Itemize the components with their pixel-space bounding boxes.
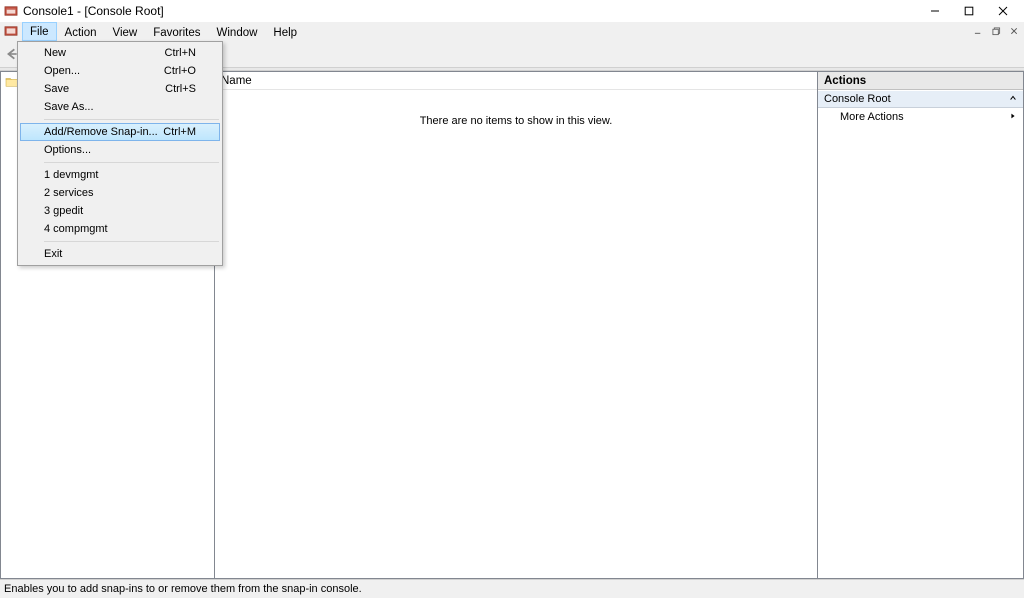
list-pane: Name There are no items to show in this … [215, 71, 817, 579]
mdi-restore-button[interactable] [988, 24, 1004, 39]
actions-group[interactable]: Console Root [818, 90, 1023, 108]
menu-save-as-label: Save As... [44, 101, 196, 113]
menu-new[interactable]: New Ctrl+N [20, 44, 220, 62]
list-body: There are no items to show in this view. [215, 90, 817, 578]
menu-exit-label: Exit [44, 248, 196, 260]
mdi-document-icon [4, 24, 18, 38]
menu-favorites[interactable]: Favorites [145, 22, 208, 41]
menu-save-shortcut: Ctrl+S [165, 83, 196, 95]
menu-recent-2[interactable]: 2 services [20, 184, 220, 202]
menu-save-label: Save [44, 83, 165, 95]
window-controls [918, 0, 1020, 22]
actions-header: Actions [818, 72, 1023, 90]
menu-help[interactable]: Help [265, 22, 305, 41]
menu-recent-3[interactable]: 3 gpedit [20, 202, 220, 220]
menu-save[interactable]: Save Ctrl+S [20, 80, 220, 98]
menu-recent-1-label: 1 devmgmt [44, 169, 196, 181]
list-header[interactable]: Name [215, 72, 817, 90]
menu-separator [44, 162, 219, 163]
menu-options[interactable]: Options... [20, 141, 220, 159]
mdi-controls [970, 22, 1024, 41]
actions-more-label: More Actions [840, 111, 904, 123]
menu-recent-1[interactable]: 1 devmgmt [20, 166, 220, 184]
chevron-up-icon [1009, 93, 1017, 105]
menu-separator [44, 119, 219, 120]
actions-pane: Actions Console Root More Actions [817, 71, 1024, 579]
menu-recent-2-label: 2 services [44, 187, 196, 199]
close-button[interactable] [986, 0, 1020, 22]
actions-more-actions[interactable]: More Actions [818, 108, 1023, 126]
menu-open-label: Open... [44, 65, 164, 77]
menu-add-remove-snapin[interactable]: Add/Remove Snap-in... Ctrl+M [20, 123, 220, 141]
menu-recent-4[interactable]: 4 compmgmt [20, 220, 220, 238]
window-title: Console1 - [Console Root] [23, 4, 918, 18]
mdi-minimize-button[interactable] [970, 24, 986, 39]
maximize-button[interactable] [952, 0, 986, 22]
menu-separator [44, 241, 219, 242]
column-name[interactable]: Name [221, 75, 252, 87]
menu-new-label: New [44, 47, 165, 59]
menu-open-shortcut: Ctrl+O [164, 65, 196, 77]
statusbar: Enables you to add snap-ins to or remove… [0, 579, 1024, 598]
menu-open[interactable]: Open... Ctrl+O [20, 62, 220, 80]
menu-window[interactable]: Window [209, 22, 266, 41]
status-text: Enables you to add snap-ins to or remove… [4, 583, 362, 595]
menu-add-remove-shortcut: Ctrl+M [163, 126, 196, 138]
mmc-app-icon [4, 4, 18, 18]
menu-exit[interactable]: Exit [20, 245, 220, 263]
file-dropdown: New Ctrl+N Open... Ctrl+O Save Ctrl+S Sa… [17, 41, 223, 266]
menu-file[interactable]: File [22, 22, 57, 41]
menu-action[interactable]: Action [57, 22, 105, 41]
menu-view[interactable]: View [105, 22, 146, 41]
chevron-right-icon [1009, 111, 1017, 123]
minimize-button[interactable] [918, 0, 952, 22]
menu-new-shortcut: Ctrl+N [165, 47, 196, 59]
mdi-close-button[interactable] [1006, 24, 1022, 39]
actions-group-label: Console Root [824, 93, 891, 105]
menu-add-remove-label: Add/Remove Snap-in... [44, 126, 163, 138]
empty-list-text: There are no items to show in this view. [420, 115, 613, 127]
menu-recent-4-label: 4 compmgmt [44, 223, 196, 235]
menu-save-as[interactable]: Save As... [20, 98, 220, 116]
titlebar: Console1 - [Console Root] [0, 0, 1024, 22]
menu-options-label: Options... [44, 144, 196, 156]
menu-recent-3-label: 3 gpedit [44, 205, 196, 217]
menubar: File Action View Favorites Window Help N… [0, 22, 1024, 41]
